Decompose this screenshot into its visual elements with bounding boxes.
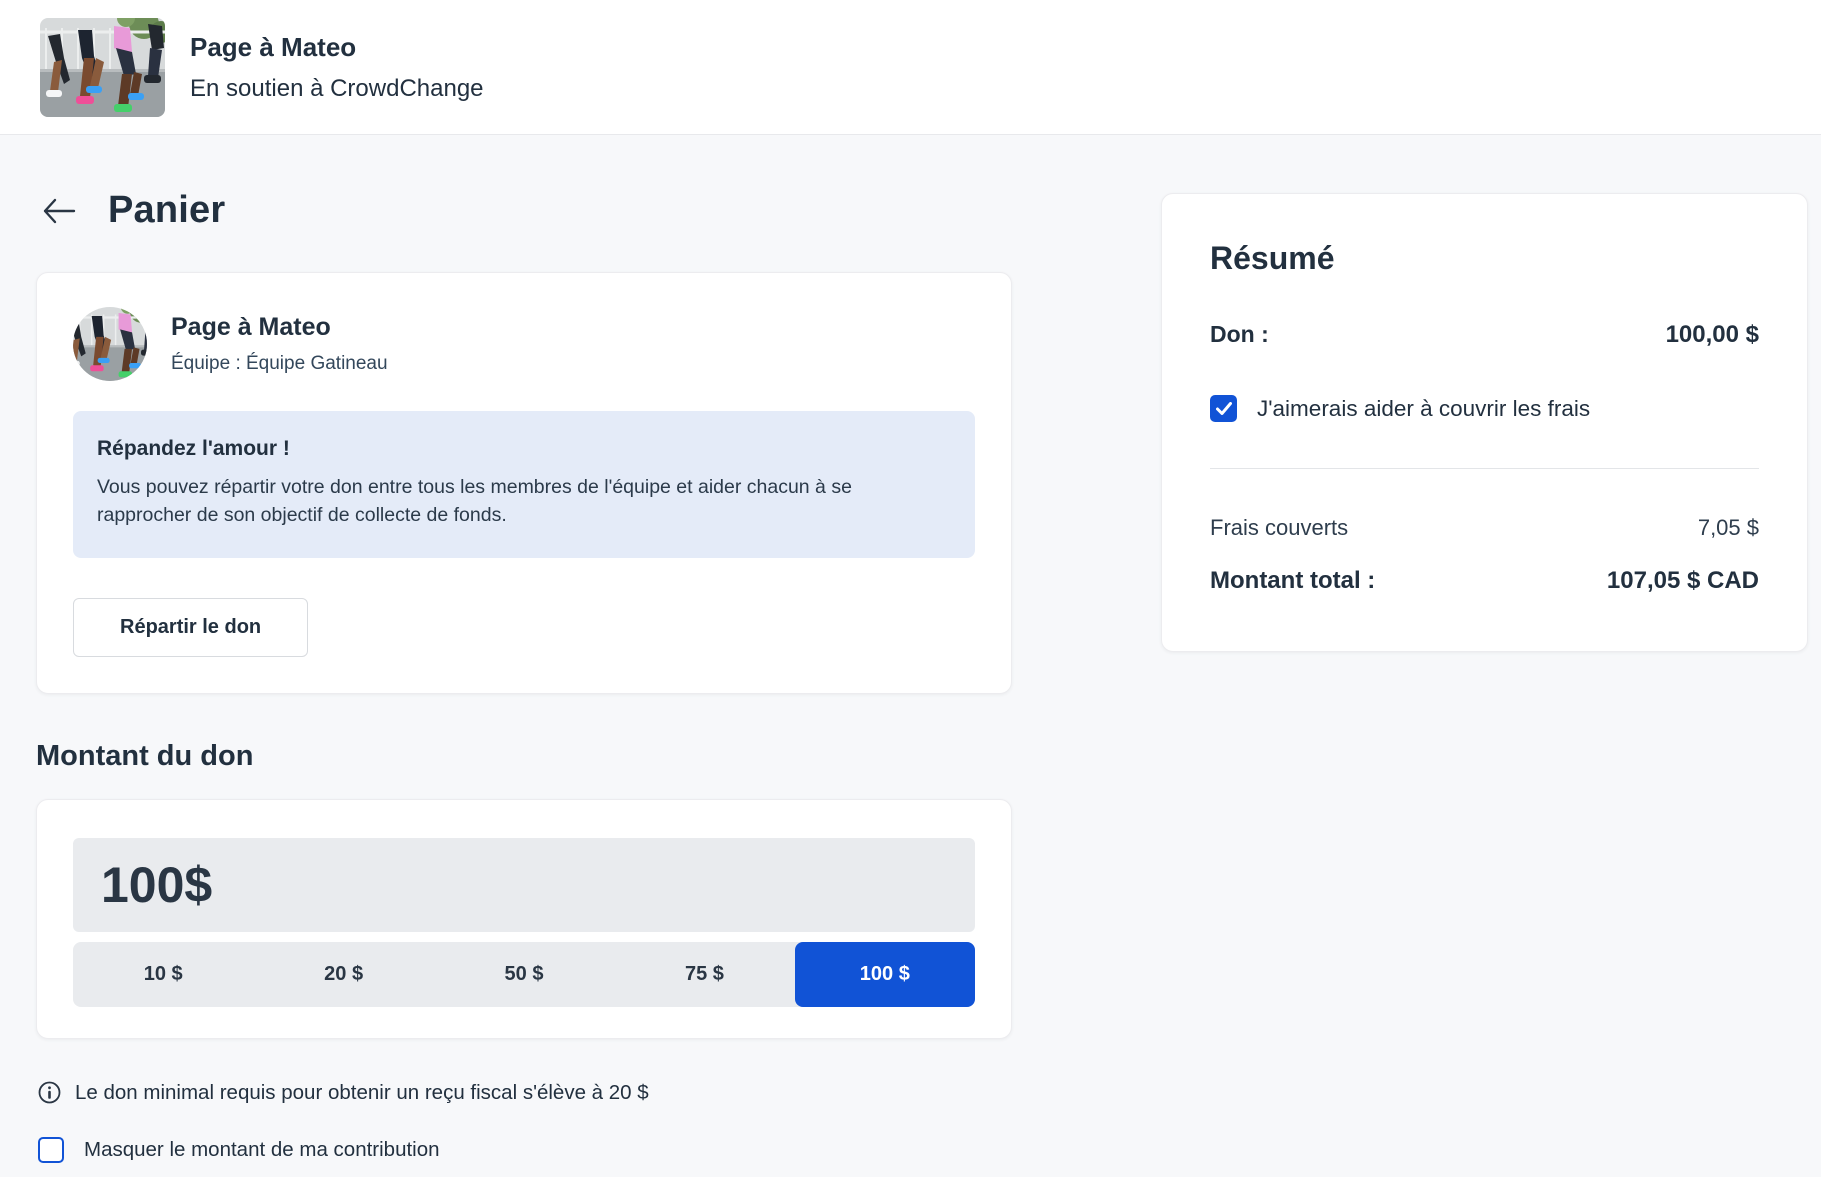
total-row: Montant total : 107,05 $ CAD — [1210, 567, 1759, 595]
campaign-header-text: Page à Mateo En soutien à CrowdChange — [190, 32, 484, 103]
fees-row: Frais couverts 7,05 $ — [1210, 515, 1759, 541]
summary-title: Résumé — [1210, 240, 1759, 277]
campaign-header: Page à Mateo En soutien à CrowdChange — [0, 0, 1821, 135]
back-button[interactable] — [42, 193, 78, 229]
cover-fees-label: J'aimerais aider à couvrir les frais — [1257, 396, 1590, 422]
arrow-left-icon — [42, 198, 76, 224]
tax-receipt-note: Le don minimal requis pour obtenir un re… — [38, 1081, 1012, 1105]
cover-fees-checkbox[interactable] — [1210, 395, 1237, 422]
campaign-title: Page à Mateo — [190, 32, 484, 63]
preset-50-button[interactable]: 50 $ — [434, 942, 614, 1007]
hide-amount-checkbox[interactable] — [38, 1137, 64, 1163]
preset-10-button[interactable]: 10 $ — [73, 942, 253, 1007]
donation-label: Don : — [1210, 321, 1269, 348]
cart-item-card: Page à Mateo Équipe : Équipe Gatineau Ré… — [36, 272, 1012, 694]
preset-20-button[interactable]: 20 $ — [253, 942, 433, 1007]
spread-love-banner: Répandez l'amour ! Vous pouvez répartir … — [73, 411, 975, 558]
campaign-photo — [40, 18, 165, 117]
spread-love-body: Vous pouvez répartir votre don entre tou… — [97, 473, 951, 530]
amount-card: 10 $ 20 $ 50 $ 75 $ 100 $ — [36, 799, 1012, 1039]
fundraiser-name: Page à Mateo — [171, 313, 388, 342]
hide-amount-label: Masquer le montant de ma contribution — [84, 1138, 440, 1162]
runners-photo-icon — [40, 18, 165, 117]
checkmark-icon — [1216, 402, 1232, 415]
cover-fees-row: J'aimerais aider à couvrir les frais — [1210, 395, 1759, 422]
summary-divider — [1210, 468, 1759, 469]
summary-card: Résumé Don : 100,00 $ J'aimerais aider à… — [1161, 193, 1808, 652]
preset-100-button[interactable]: 100 $ — [795, 942, 975, 1007]
amount-preset-bar: 10 $ 20 $ 50 $ 75 $ 100 $ — [73, 942, 975, 1007]
info-circle-icon — [38, 1081, 61, 1104]
hide-amount-row: Masquer le montant de ma contribution — [38, 1137, 1012, 1163]
donation-row: Don : 100,00 $ — [1210, 321, 1759, 349]
total-label: Montant total : — [1210, 567, 1375, 595]
fundraiser-team: Équipe : Équipe Gatineau — [171, 353, 388, 375]
fundraiser-info: Page à Mateo Équipe : Équipe Gatineau — [171, 313, 388, 375]
page-title: Panier — [108, 189, 225, 232]
campaign-subtitle: En soutien à CrowdChange — [190, 75, 484, 103]
spread-love-title: Répandez l'amour ! — [97, 437, 951, 461]
amount-section-title: Montant du don — [36, 740, 1012, 773]
fundraiser-avatar — [73, 307, 147, 381]
fees-value: 7,05 $ — [1698, 515, 1759, 541]
total-value: 107,05 $ CAD — [1607, 567, 1759, 595]
amount-input[interactable] — [73, 838, 975, 932]
donation-value: 100,00 $ — [1666, 321, 1759, 349]
tax-receipt-note-text: Le don minimal requis pour obtenir un re… — [75, 1081, 649, 1105]
runners-photo-icon — [73, 307, 147, 381]
split-donation-button[interactable]: Répartir le don — [73, 598, 308, 657]
fees-label: Frais couverts — [1210, 515, 1348, 541]
preset-75-button[interactable]: 75 $ — [614, 942, 794, 1007]
